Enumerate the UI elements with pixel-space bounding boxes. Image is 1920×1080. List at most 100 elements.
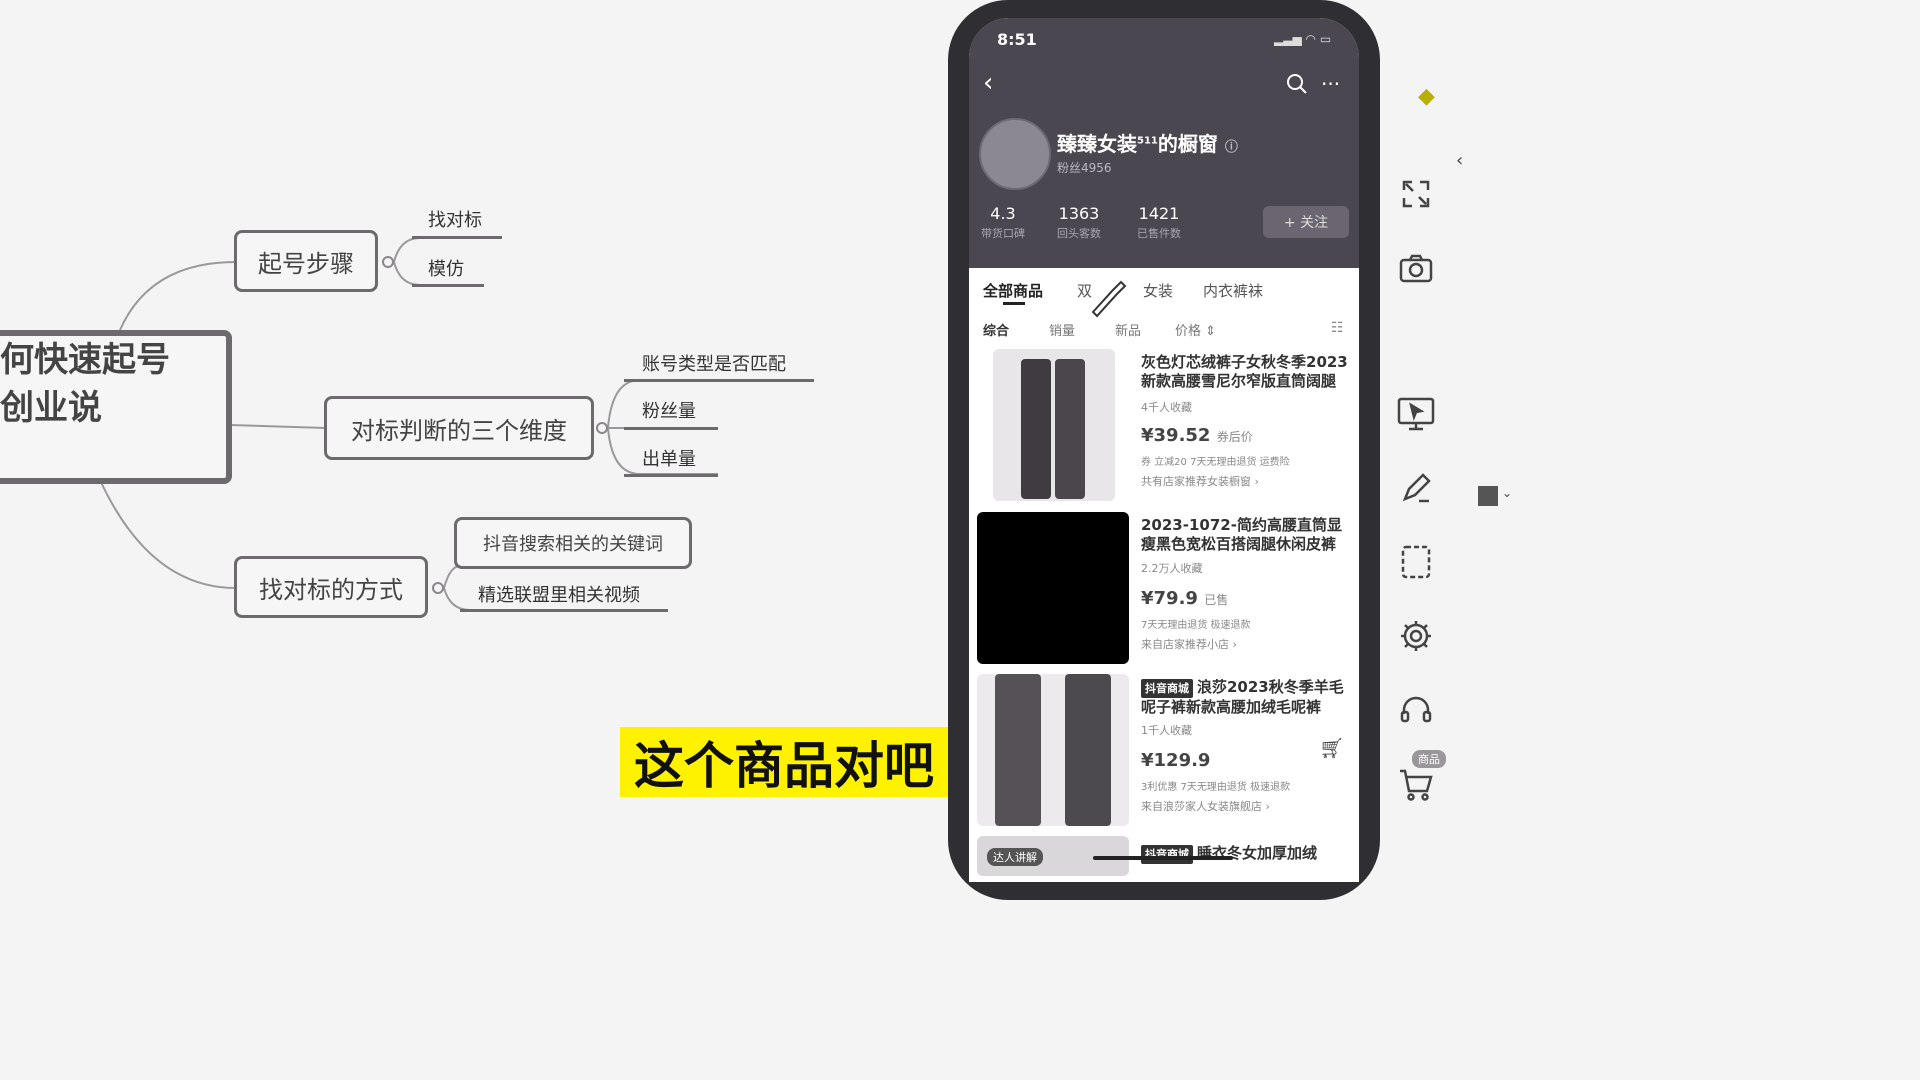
product-image[interactable]: [977, 512, 1129, 664]
sort-bar: 综合 销量 新品 价格 ⇕ ☷: [969, 320, 1359, 344]
product-price: ¥79.9 已售: [1141, 588, 1228, 609]
mindmap-leaf-fans[interactable]: 粉丝量: [642, 397, 696, 423]
product-price: ¥39.52 券后价: [1141, 425, 1253, 446]
mindmap-leaf-douyin-search[interactable]: 抖音搜索相关的关键词: [454, 517, 692, 569]
price-value: ¥39.52: [1141, 425, 1211, 446]
sort-general[interactable]: 综合: [983, 320, 1009, 339]
brush-cursor-icon: [1091, 280, 1127, 318]
product-card[interactable]: 抖音商城 浪莎2023秋冬季羊毛呢子裤新款高腰加绒毛呢裤 1千人收藏 ¥129.9…: [977, 674, 1351, 832]
mindmap-leaf-imitate[interactable]: 模仿: [428, 255, 464, 281]
collapse-knot[interactable]: [596, 422, 608, 434]
product-price: ¥129.9: [1141, 750, 1210, 771]
shop-name-suffix: 的橱窗: [1157, 132, 1218, 156]
search-icon[interactable]: [1285, 72, 1309, 96]
collapse-knot[interactable]: [432, 582, 444, 594]
color-swatch[interactable]: [1478, 486, 1498, 506]
stat-label: 回头客数: [1057, 227, 1101, 240]
product-image[interactable]: [977, 674, 1129, 826]
product-card[interactable]: 灰色灯芯绒裤子女秋冬季2023新款高腰雪尼尔窄版直筒阔腿 4千人收藏 ¥39.5…: [977, 349, 1351, 507]
collapse-knot[interactable]: [382, 256, 394, 268]
shop-name[interactable]: 臻臻女装511的橱窗 ⓘ: [1057, 128, 1238, 157]
chevron-down-icon[interactable]: ⌄: [1502, 486, 1512, 500]
sort-new[interactable]: 新品: [1115, 320, 1141, 339]
signal-icon: ▂▃▅: [1274, 32, 1302, 46]
product-card[interactable]: 2023-1072-简约高腰直筒显瘦黑色宽松百搭阔腿休闲皮裤 2.2万人收藏 ¥…: [977, 512, 1351, 670]
add-to-cart-icon[interactable]: 🛒︎: [1319, 736, 1344, 760]
stat-label: 已售件数: [1137, 227, 1181, 240]
tab-all-products[interactable]: 全部商品: [983, 280, 1043, 301]
battery-icon: ▭: [1319, 32, 1332, 46]
pen-icon[interactable]: [1396, 468, 1436, 508]
stat-value: 1421: [1138, 204, 1180, 223]
fullscreen-icon[interactable]: [1396, 174, 1436, 214]
fans-count: 粉丝4956: [1057, 161, 1112, 175]
camera-icon[interactable]: [1396, 248, 1436, 288]
status-time: 8:51: [997, 30, 1037, 49]
info-icon[interactable]: ⓘ: [1225, 140, 1238, 155]
mindmap-branch-three-dimensions[interactable]: 对标判断的三个维度: [324, 396, 594, 460]
shop-name-main: 臻臻女装: [1057, 132, 1137, 156]
product-shop-link[interactable]: 来自店家推荐小店 ›: [1141, 636, 1237, 652]
price-note: 已售: [1204, 593, 1229, 607]
more-icon[interactable]: ···: [1321, 72, 1340, 96]
headset-icon[interactable]: [1396, 690, 1436, 730]
mindmap-branch-find-methods[interactable]: 找对标的方式: [234, 556, 428, 618]
cart-icon[interactable]: [1396, 764, 1436, 804]
product-shop-link[interactable]: 来自浪莎家人女装旗舰店 ›: [1141, 798, 1270, 814]
tab-underwear[interactable]: 内衣裤袜: [1203, 280, 1263, 301]
shop-name-sup: 511: [1137, 135, 1158, 147]
price-value: ¥79.9: [1141, 588, 1198, 609]
tab-underline: [1003, 302, 1025, 305]
product-image[interactable]: [993, 349, 1115, 501]
mindmap-branch-start-steps[interactable]: 起号步骤: [234, 230, 378, 292]
mindmap-center-node: 何快速起号 创业说: [0, 330, 232, 484]
product-title[interactable]: 抖音商城 睡衣冬女加厚加绒: [1141, 844, 1351, 864]
product-tags: 券 立减20 7天无理由退货 运费险: [1141, 457, 1290, 468]
mindmap-leaf-find-benchmark[interactable]: 找对标: [428, 206, 482, 232]
stat-value: 1363: [1058, 204, 1100, 223]
grid-view-icon[interactable]: ☷: [1331, 320, 1344, 336]
diamond-icon: ◆: [1418, 84, 1435, 109]
product-title[interactable]: 灰色灯芯绒裤子女秋冬季2023新款高腰雪尼尔窄版直筒阔腿: [1141, 353, 1351, 391]
branch-label: 找对标的方式: [259, 575, 403, 604]
shop-header: 8:51 ▂▃▅ ◠ ▭ ‹ ··· 臻臻女装511的橱窗 ⓘ 粉丝4956 4…: [969, 18, 1359, 268]
pants-graphic: [1065, 674, 1111, 826]
branch-label: 对标判断的三个维度: [351, 416, 567, 445]
leaf-underline: [624, 379, 814, 382]
pants-graphic: [1055, 359, 1085, 499]
wifi-icon: ◠: [1305, 32, 1316, 46]
price-note: 券后价: [1216, 430, 1253, 444]
shop-avatar[interactable]: [979, 118, 1051, 190]
selection-icon[interactable]: [1396, 542, 1436, 582]
status-icons: ▂▃▅ ◠ ▭: [1274, 32, 1331, 46]
stat-label: 带货口碑: [981, 227, 1025, 240]
product-title[interactable]: 抖音商城 浪莎2023秋冬季羊毛呢子裤新款高腰加绒毛呢裤: [1141, 678, 1351, 717]
douyin-mall-badge: 抖音商城: [1141, 679, 1193, 698]
mindmap-center-line2: 创业说: [0, 388, 102, 428]
sort-price[interactable]: 价格 ⇕: [1175, 320, 1216, 339]
screen-pointer-icon[interactable]: [1396, 394, 1436, 434]
tab-womens-wear[interactable]: 女装: [1143, 280, 1173, 301]
leaf-underline: [412, 236, 502, 239]
category-tabs: 全部商品 双 女装 内衣裤袜: [969, 280, 1359, 320]
mindmap-leaf-orders[interactable]: 出单量: [642, 445, 696, 471]
leaf-underline: [624, 427, 718, 430]
sort-sales[interactable]: 销量: [1049, 320, 1075, 339]
mindmap-leaf-account-type[interactable]: 账号类型是否匹配: [642, 350, 786, 376]
live-explain-tag: 达人讲解: [987, 848, 1043, 866]
product-tags: 7天无理由退货 极速退款: [1141, 620, 1251, 631]
follow-button[interactable]: + 关注: [1263, 206, 1349, 238]
gear-icon[interactable]: [1396, 616, 1436, 656]
back-icon[interactable]: ‹: [983, 68, 993, 98]
leaf-label: 抖音搜索相关的关键词: [483, 534, 663, 555]
stat-sold: 1421 已售件数: [1137, 204, 1181, 241]
product-title[interactable]: 2023-1072-简约高腰直筒显瘦黑色宽松百搭阔腿休闲皮裤: [1141, 516, 1351, 554]
product-shop-link[interactable]: 共有店家推荐女装橱窗 ›: [1141, 473, 1259, 489]
product-collects: 4千人收藏: [1141, 401, 1192, 414]
mindmap-leaf-alliance-videos[interactable]: 精选联盟里相关视频: [478, 581, 640, 607]
collapse-arrow-icon[interactable]: ‹: [1456, 150, 1463, 171]
stat-repeat-customers: 1363 回头客数: [1057, 204, 1101, 241]
leaf-underline: [624, 474, 718, 477]
leaf-underline: [460, 609, 668, 612]
product-collects: 1千人收藏: [1141, 724, 1192, 737]
